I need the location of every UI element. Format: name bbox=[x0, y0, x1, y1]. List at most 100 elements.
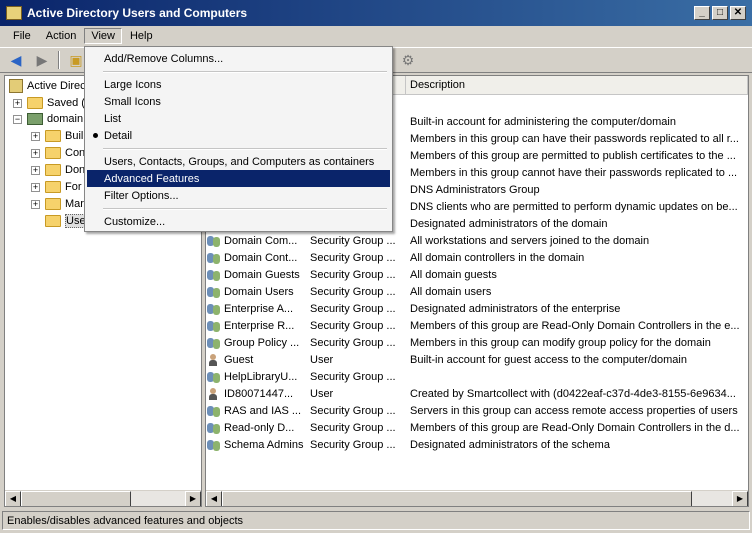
cell-description: All domain guests bbox=[410, 268, 497, 281]
scroll-right-icon[interactable]: ▶ bbox=[185, 491, 201, 506]
up-folder-icon[interactable]: ▣ bbox=[66, 51, 86, 69]
cell-name: Domain Users bbox=[206, 285, 306, 299]
cell-name: RAS and IAS ... bbox=[206, 404, 306, 418]
back-arrow-icon[interactable]: ◀ bbox=[6, 51, 26, 69]
menu-item-advanced-features[interactable]: Advanced Features bbox=[87, 170, 390, 187]
tree-item-foreign-security[interactable]: + For bbox=[31, 179, 82, 195]
cell-name-text: ID80071447... bbox=[224, 387, 294, 400]
tree-item-computers[interactable]: + Con bbox=[31, 145, 85, 161]
cell-description: Designated administrators of the domain bbox=[410, 217, 608, 230]
table-row[interactable]: RAS and IAS ... Security Group ... Servers… bbox=[206, 402, 746, 419]
menu-file[interactable]: File bbox=[6, 28, 38, 44]
table-row[interactable]: Enterprise A... Security Group ... Designa… bbox=[206, 300, 746, 317]
cell-type: Security Group ... bbox=[310, 234, 396, 247]
group-icon bbox=[206, 251, 222, 265]
scroll-thumb[interactable] bbox=[21, 491, 131, 506]
table-row[interactable]: HelpLibraryU... Security Group ... bbox=[206, 368, 746, 385]
cell-description: Members in this group cannot have their … bbox=[410, 166, 738, 179]
expand-icon[interactable]: + bbox=[31, 182, 40, 192]
tree-item-domain[interactable]: − domain bbox=[13, 111, 83, 127]
user-icon bbox=[206, 387, 222, 401]
table-row[interactable]: Domain Com... Security Group ... All works… bbox=[206, 232, 746, 249]
table-row[interactable]: Group Policy ... Security Group ... Member… bbox=[206, 334, 746, 351]
cell-name-text: Group Policy ... bbox=[224, 336, 300, 349]
window-title: Active Directory Users and Computers bbox=[27, 6, 248, 20]
active-directory-icon bbox=[9, 79, 23, 93]
menu-view[interactable]: View bbox=[84, 28, 122, 44]
table-row[interactable]: Enterprise R... Security Group ... Members… bbox=[206, 317, 746, 334]
tree-item-label: Mar bbox=[65, 198, 84, 210]
group-icon bbox=[206, 234, 222, 248]
scroll-left-icon[interactable]: ◀ bbox=[206, 491, 222, 506]
list-horizontal-scrollbar[interactable]: ◀ ▶ bbox=[206, 490, 748, 506]
table-row[interactable]: Schema Admins Security Group ... Designate… bbox=[206, 436, 746, 453]
tree-item-label: Buil bbox=[65, 130, 84, 142]
forward-arrow-icon[interactable]: ▶ bbox=[32, 51, 52, 69]
cell-name-text: HelpLibraryU... bbox=[224, 370, 298, 383]
cell-description: DNS Administrators Group bbox=[410, 183, 540, 196]
column-header-description[interactable]: Description bbox=[406, 76, 748, 95]
cell-name-text: Domain Guests bbox=[224, 268, 300, 281]
cell-name-text: Domain Com... bbox=[224, 234, 298, 247]
cell-name-text: Read-only D... bbox=[224, 421, 295, 434]
menu-item-detail[interactable]: Detail bbox=[87, 127, 390, 144]
cell-type: Security Group ... bbox=[310, 268, 396, 281]
close-button[interactable]: ✕ bbox=[730, 6, 746, 20]
menu-item-customize[interactable]: Customize... bbox=[87, 213, 390, 230]
expand-icon[interactable]: + bbox=[31, 165, 40, 175]
folder-icon bbox=[45, 164, 61, 176]
table-row[interactable]: Domain Guests Security Group ... All domai… bbox=[206, 266, 746, 283]
tree-item-saved-queries[interactable]: + Saved ( bbox=[13, 95, 85, 111]
cell-name-text: RAS and IAS ... bbox=[224, 404, 302, 417]
menu-item-users-contacts-containers[interactable]: Users, Contacts, Groups, and Computers a… bbox=[87, 153, 390, 170]
expand-icon[interactable]: + bbox=[31, 148, 40, 158]
table-row[interactable]: Guest User Built-in account for guest acce… bbox=[206, 351, 746, 368]
scroll-left-icon[interactable]: ◀ bbox=[5, 491, 21, 506]
cell-name: Domain Guests bbox=[206, 268, 306, 282]
cell-description: Created by Smartcollect with (d0422eaf-c… bbox=[410, 387, 736, 400]
cell-type: Security Group ... bbox=[310, 336, 396, 349]
cell-description: Members of this group are permitted to p… bbox=[410, 149, 736, 162]
table-row[interactable]: ID80071447... User Created by Smartcollect… bbox=[206, 385, 746, 402]
tree-item-builtin[interactable]: + Buil bbox=[31, 128, 83, 144]
cell-name: Group Policy ... bbox=[206, 336, 306, 350]
table-row[interactable]: Domain Cont... Security Group ... All doma… bbox=[206, 249, 746, 266]
menu-item-large-icons[interactable]: Large Icons bbox=[87, 76, 390, 93]
tree-horizontal-scrollbar[interactable]: ◀ ▶ bbox=[5, 490, 201, 506]
scroll-thumb[interactable] bbox=[222, 491, 692, 506]
menu-item-list[interactable]: List bbox=[87, 110, 390, 127]
tree-item-root[interactable]: Active Directo bbox=[9, 78, 95, 94]
group-icon bbox=[206, 370, 222, 384]
toolbar-separator bbox=[58, 51, 60, 69]
scroll-right-icon[interactable]: ▶ bbox=[732, 491, 748, 506]
cell-type: Security Group ... bbox=[310, 302, 396, 315]
menu-item-add-remove-columns[interactable]: Add/Remove Columns... bbox=[87, 50, 390, 67]
menu-help[interactable]: Help bbox=[123, 28, 160, 44]
cell-name: Enterprise R... bbox=[206, 319, 306, 333]
group-icon bbox=[206, 336, 222, 350]
table-row[interactable]: Read-only D... Security Group ... Members … bbox=[206, 419, 746, 436]
cell-description: All workstations and servers joined to t… bbox=[410, 234, 650, 247]
group-icon bbox=[206, 302, 222, 316]
expand-icon[interactable]: + bbox=[31, 199, 40, 209]
title-bar: Active Directory Users and Computers _ □… bbox=[0, 0, 752, 26]
cell-description: DNS clients who are permitted to perform… bbox=[410, 200, 738, 213]
collapse-icon[interactable]: − bbox=[13, 114, 22, 124]
expand-icon[interactable]: + bbox=[31, 131, 40, 141]
menu-action[interactable]: Action bbox=[39, 28, 84, 44]
maximize-button[interactable]: □ bbox=[712, 6, 728, 20]
tree-item-users[interactable]: Use bbox=[45, 213, 87, 229]
delegate-control-icon[interactable]: ⚙ bbox=[398, 51, 418, 69]
tree-item-managed-service[interactable]: + Mar bbox=[31, 196, 84, 212]
cell-description: Members in this group can modify group p… bbox=[410, 336, 711, 349]
table-row[interactable]: Domain Users Security Group ... All domain… bbox=[206, 283, 746, 300]
cell-name: Schema Admins bbox=[206, 438, 306, 452]
expand-icon[interactable]: + bbox=[13, 98, 22, 108]
tree-item-domain-controllers[interactable]: + Don bbox=[31, 162, 85, 178]
menu-item-filter-options[interactable]: Filter Options... bbox=[87, 187, 390, 204]
folder-icon bbox=[45, 198, 61, 210]
cell-type: Security Group ... bbox=[310, 404, 396, 417]
group-icon bbox=[206, 268, 222, 282]
menu-item-small-icons[interactable]: Small Icons bbox=[87, 93, 390, 110]
minimize-button[interactable]: _ bbox=[694, 6, 710, 20]
